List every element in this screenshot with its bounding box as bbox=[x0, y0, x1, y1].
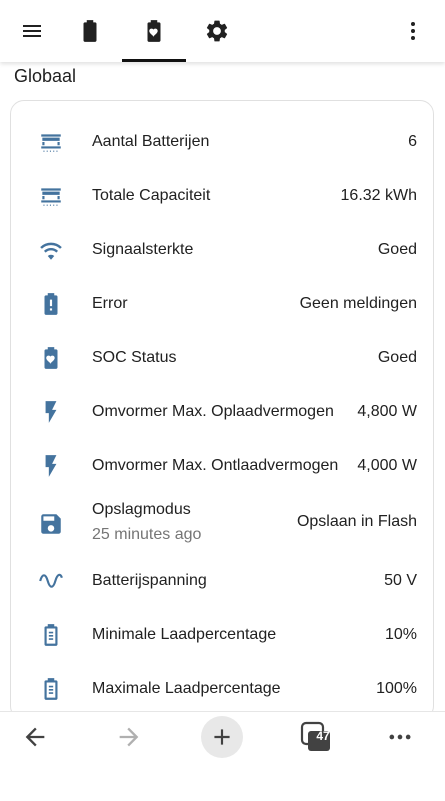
arrow-left-icon bbox=[25, 727, 45, 747]
battery-icon bbox=[83, 20, 97, 42]
battery-rack-icon bbox=[37, 182, 65, 210]
gear-icon bbox=[206, 20, 228, 42]
battery-outline-icon bbox=[37, 621, 65, 649]
forward-button[interactable] bbox=[106, 712, 152, 762]
tab-count: 47 bbox=[316, 729, 330, 743]
entity-label: Signaalsterkte bbox=[92, 241, 194, 258]
overflow-menu-button[interactable] bbox=[396, 0, 430, 62]
entity-row-soc-status[interactable]: SOC Status Goed bbox=[11, 341, 433, 375]
entity-label: Omvormer Max. Ontlaadvermogen bbox=[92, 457, 339, 474]
entity-label: Minimale Laadpercentage bbox=[92, 626, 277, 643]
plus-icon bbox=[214, 729, 230, 745]
entity-row-error[interactable]: Error Geen meldingen bbox=[11, 287, 433, 321]
new-tab-button[interactable] bbox=[201, 716, 243, 758]
entity-label: Aantal Batterijen bbox=[92, 133, 210, 150]
more-vert-icon bbox=[411, 22, 415, 40]
menu-icon bbox=[23, 25, 41, 37]
tab-battery-heart[interactable] bbox=[129, 0, 179, 62]
entity-value: 10% bbox=[384, 626, 417, 643]
tab-switcher-button[interactable]: 47 bbox=[294, 712, 338, 762]
more-horiz-icon bbox=[389, 734, 411, 740]
tab-settings[interactable] bbox=[193, 0, 241, 62]
entity-label: SOC Status bbox=[92, 349, 177, 366]
entity-value: 4,000 W bbox=[357, 457, 417, 474]
battery-alert-icon bbox=[37, 290, 65, 318]
battery-outline-icon bbox=[37, 675, 65, 703]
menu-button[interactable] bbox=[10, 0, 54, 62]
entity-label: Batterijspanning bbox=[92, 572, 207, 589]
entity-value: 100% bbox=[376, 680, 417, 697]
content-save-icon bbox=[37, 510, 65, 538]
entity-row-max-laadpercentage[interactable]: Maximale Laadpercentage 100% bbox=[11, 672, 433, 706]
browser-bottom-toolbar: 47 bbox=[0, 711, 445, 801]
entity-row-opslagmodus[interactable]: Opslagmodus 25 minutes ago Opslaan in Fl… bbox=[11, 499, 433, 549]
top-app-bar bbox=[0, 0, 445, 62]
flash-icon bbox=[37, 452, 65, 480]
entity-value: Geen meldingen bbox=[299, 295, 417, 312]
entity-label: Error bbox=[92, 295, 128, 312]
arrow-right-icon bbox=[119, 727, 139, 747]
entity-value: 50 V bbox=[384, 572, 417, 589]
sine-wave-icon bbox=[37, 567, 65, 595]
entity-value: 16.32 kWh bbox=[340, 187, 417, 204]
entity-value: Opslaan in Flash bbox=[296, 513, 417, 530]
entity-row-batterijspanning[interactable]: Batterijspanning 50 V bbox=[11, 564, 433, 598]
entity-label: Totale Capaciteit bbox=[92, 187, 211, 204]
entity-value: 4,800 W bbox=[357, 403, 417, 420]
entity-row-max-oplaadvermogen[interactable]: Omvormer Max. Oplaadvermogen 4,800 W bbox=[11, 395, 433, 429]
entities-card: Aantal Batterijen 6 Totale Capaciteit 16… bbox=[10, 100, 434, 720]
section-title: Globaal bbox=[14, 66, 77, 86]
back-button[interactable] bbox=[12, 712, 58, 762]
battery-rack-icon bbox=[37, 128, 65, 156]
battery-heart-icon bbox=[147, 20, 161, 42]
entity-value: Goed bbox=[377, 241, 417, 258]
entity-value: 6 bbox=[408, 133, 417, 150]
entity-row-totale-capaciteit[interactable]: Totale Capaciteit 16.32 kWh bbox=[11, 179, 433, 213]
browser-menu-button[interactable] bbox=[379, 712, 421, 762]
tab-battery[interactable] bbox=[66, 0, 114, 62]
entity-label: Omvormer Max. Oplaadvermogen bbox=[92, 403, 334, 420]
entity-label: Maximale Laadpercentage bbox=[92, 680, 281, 697]
active-tab-indicator bbox=[122, 59, 186, 62]
battery-heart-icon bbox=[37, 344, 65, 372]
entity-row-min-laadpercentage[interactable]: Minimale Laadpercentage 10% bbox=[11, 618, 433, 652]
entity-value: Goed bbox=[377, 349, 417, 366]
entity-row-aantal-batterijen[interactable]: Aantal Batterijen 6 bbox=[11, 125, 433, 159]
flash-icon bbox=[37, 398, 65, 426]
entity-last-changed: 25 minutes ago bbox=[92, 526, 202, 543]
entity-label: Opslagmodus bbox=[92, 501, 191, 518]
entity-row-signaalsterkte[interactable]: Signaalsterkte Goed bbox=[11, 233, 433, 267]
wifi-icon bbox=[37, 236, 65, 264]
entity-row-max-ontlaadvermogen[interactable]: Omvormer Max. Ontlaadvermogen 4,000 W bbox=[11, 449, 433, 483]
